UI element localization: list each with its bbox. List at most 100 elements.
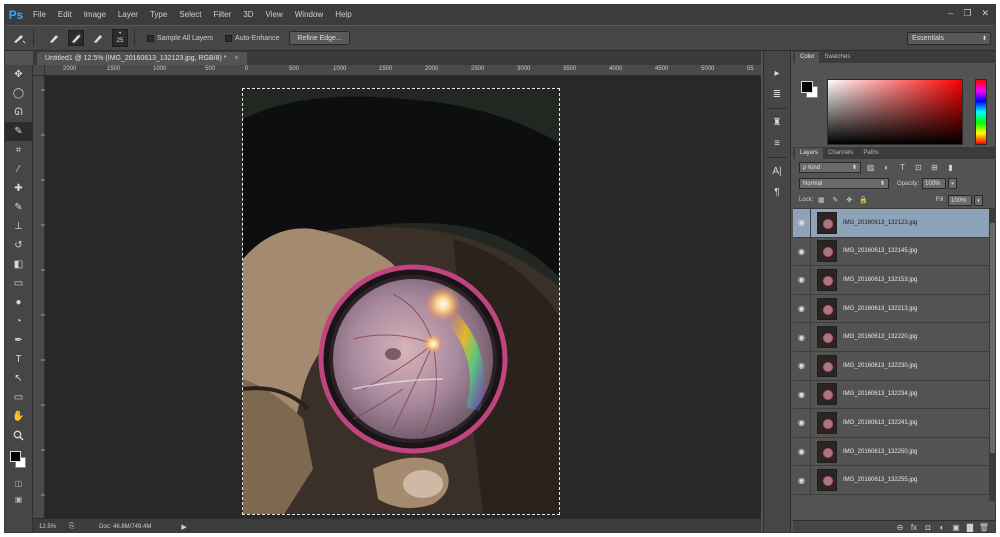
hand-tool-icon[interactable]: ✋ (5, 407, 32, 426)
path-selection-tool-icon[interactable]: ↖ (5, 369, 32, 388)
visibility-toggle[interactable]: ◉ (793, 466, 811, 494)
visibility-toggle[interactable]: ◉ (793, 409, 811, 437)
menu-edit[interactable]: Edit (52, 5, 78, 25)
zoom-level[interactable]: 12.5% (39, 524, 65, 530)
adjustment-layer-icon[interactable]: ◐ (935, 523, 949, 532)
close-icon[interactable]: ✕ (981, 8, 989, 19)
brush-tool-icon[interactable]: ✎ (5, 198, 32, 217)
new-group-icon[interactable]: ▣ (949, 523, 963, 532)
layer-row[interactable]: ◉ IMG_20160613_132123.jpg (793, 209, 989, 238)
layer-row[interactable]: ◉ IMG_20160613_132241.jpg (793, 409, 989, 438)
visibility-toggle[interactable]: ◉ (793, 266, 811, 294)
menu-help[interactable]: Help (329, 5, 357, 25)
ruler-origin[interactable] (33, 65, 45, 76)
tab-paths[interactable]: Paths (858, 148, 883, 159)
gradient-tool-icon[interactable]: ▭ (5, 274, 32, 293)
document-tab[interactable]: Untitled1 @ 12.5% (IMG_20160613_132123.j… (37, 52, 247, 65)
visibility-toggle[interactable]: ◉ (793, 351, 811, 380)
link-layers-icon[interactable]: ⊖ (893, 523, 907, 532)
tab-color[interactable]: Color (795, 52, 820, 63)
restore-icon[interactable]: ❐ (963, 8, 971, 19)
close-tab-icon[interactable]: × (234, 55, 238, 62)
layer-row[interactable]: ◉ IMG_20160613_132230.jpg (793, 351, 989, 381)
move-tool-icon[interactable]: ✥ (5, 65, 32, 84)
crop-tool-icon[interactable]: ⌗ (5, 141, 32, 160)
export-icon[interactable]: ⎘ (69, 523, 79, 531)
new-selection-icon[interactable] (46, 30, 62, 46)
layer-style-icon[interactable]: fx (907, 523, 921, 532)
smart-object-filter-icon[interactable]: ⊞ (928, 161, 941, 174)
shape-filter-icon[interactable]: ⊡ (912, 161, 925, 174)
canvas-area[interactable] (45, 76, 761, 518)
marquee-tool-icon[interactable]: ◯ (5, 84, 32, 103)
visibility-toggle[interactable]: ◉ (793, 237, 811, 266)
lasso-tool-icon[interactable]: ᘏ (5, 103, 32, 122)
type-tool-icon[interactable]: T (5, 350, 32, 369)
quick-mask-icon[interactable]: ◫ (5, 475, 32, 491)
paragraph-panel-icon[interactable]: ¶ (764, 182, 790, 203)
opacity-dropdown-icon[interactable]: ▾ (948, 178, 958, 189)
menu-3d[interactable]: 3D (237, 5, 259, 25)
quick-selection-preset-icon[interactable] (11, 30, 27, 46)
scrollbar-thumb[interactable] (990, 223, 995, 453)
menu-type[interactable]: Type (144, 5, 173, 25)
color-picker-field[interactable] (827, 79, 963, 145)
brush-size-picker[interactable]: • 25 (112, 29, 128, 47)
visibility-toggle[interactable]: ◉ (793, 209, 811, 237)
document-canvas[interactable] (242, 88, 560, 515)
menu-layer[interactable]: Layer (112, 5, 144, 25)
visibility-toggle[interactable]: ◉ (793, 437, 811, 466)
quick-selection-tool-icon[interactable]: ✎ (5, 122, 32, 141)
history-panel-icon[interactable]: ▸ (764, 63, 790, 84)
layer-row[interactable]: ◉ IMG_20160613_132250.jpg (793, 437, 989, 467)
menu-select[interactable]: Select (173, 5, 207, 25)
blend-mode-select[interactable]: Normal ⬍ (799, 178, 889, 189)
status-menu-arrow-icon[interactable]: ▶ (181, 523, 186, 531)
sample-all-layers-checkbox[interactable] (147, 34, 154, 42)
auto-enhance-checkbox[interactable] (225, 34, 233, 42)
tab-layers[interactable]: Layers (795, 148, 824, 159)
menu-window[interactable]: Window (289, 5, 329, 25)
add-to-selection-icon[interactable]: + (68, 30, 84, 46)
tab-channels[interactable]: Channels (823, 148, 858, 159)
hue-slider[interactable] (975, 79, 987, 145)
visibility-toggle[interactable]: ◉ (793, 380, 811, 409)
layer-row[interactable]: ◉ IMG_20160613_132220.jpg (793, 323, 989, 352)
layers-scrollbar[interactable] (989, 209, 995, 501)
eraser-tool-icon[interactable]: ◧ (5, 255, 32, 274)
menu-file[interactable]: File (27, 5, 52, 25)
lock-position-icon[interactable]: ✥ (843, 196, 855, 204)
fill-field[interactable]: 100% (948, 194, 972, 206)
adjustment-filter-icon[interactable]: ◐ (880, 161, 893, 174)
lock-image-icon[interactable]: ✎ (829, 196, 841, 204)
menu-view[interactable]: View (260, 5, 289, 25)
blur-tool-icon[interactable]: ● (5, 293, 32, 312)
pixel-filter-icon[interactable]: ▨ (864, 161, 877, 174)
filter-kind-select[interactable]: ρ Kind ⬍ (799, 161, 861, 173)
visibility-toggle[interactable]: ◉ (793, 323, 811, 351)
shape-tool-icon[interactable]: ▭ (5, 388, 32, 407)
lock-all-icon[interactable]: 🔒 (857, 196, 869, 204)
add-mask-icon[interactable]: ◘ (921, 523, 935, 532)
history-brush-tool-icon[interactable]: ↺ (5, 236, 32, 255)
new-layer-icon[interactable]: ▇ (963, 523, 977, 532)
layer-row[interactable]: ◉ IMG_20160613_132145.jpg (793, 237, 989, 267)
screen-mode-icon[interactable]: ▣ (5, 491, 32, 507)
refine-edge-button[interactable]: Refine Edge... (289, 31, 350, 45)
trash-icon[interactable]: 🗑 (977, 523, 991, 532)
layer-row[interactable]: ◉ IMG_20160613_132255.jpg (793, 466, 989, 495)
type-filter-icon[interactable]: T (896, 161, 909, 174)
workspace-select[interactable]: Essentials ⬍ (907, 32, 991, 45)
dodge-tool-icon[interactable]: ◔ (5, 312, 32, 331)
properties-panel-icon[interactable]: ≣ (764, 84, 790, 105)
opacity-field[interactable]: 100% (922, 178, 947, 189)
character-panel-icon[interactable]: A| (764, 161, 790, 182)
subtract-from-selection-icon[interactable]: - (90, 30, 106, 46)
eyedropper-tool-icon[interactable]: ⁄ (5, 160, 32, 179)
clone-stamp-tool-icon[interactable]: ⊥ (5, 217, 32, 236)
visibility-toggle[interactable]: ◉ (793, 294, 811, 323)
menu-filter[interactable]: Filter (208, 5, 238, 25)
foreground-color-swatch[interactable] (10, 451, 21, 462)
pen-tool-icon[interactable]: ✒ (5, 331, 32, 350)
filter-toggle-icon[interactable]: ▮ (944, 161, 957, 174)
